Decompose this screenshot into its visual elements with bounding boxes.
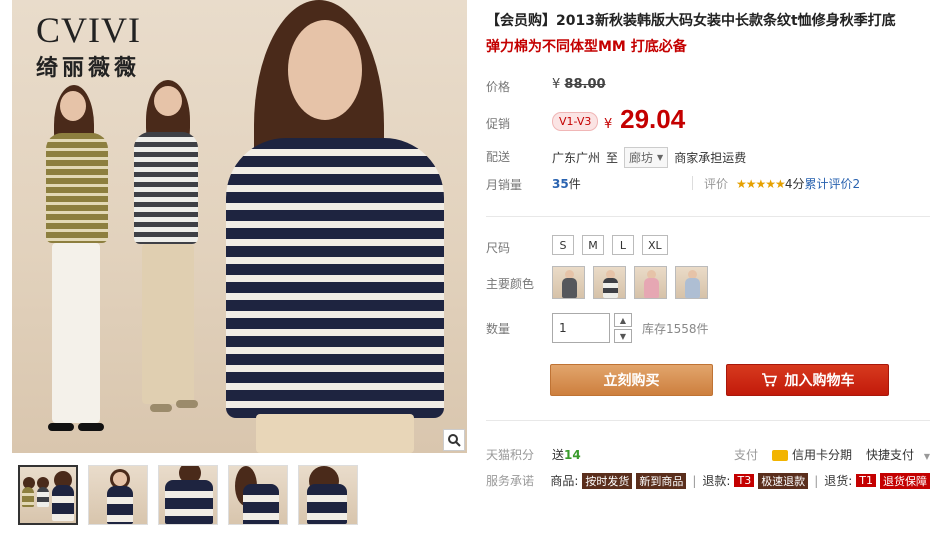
product-subtitle: 弹力棉为不同体型MM 打底必备 <box>486 39 687 55</box>
cart-icon <box>761 373 777 387</box>
credit-card-installment[interactable]: 信用卡分期 <box>771 446 852 463</box>
brand-logo-latin: CVIVI <box>36 10 141 50</box>
payment-label: 支付 <box>733 448 758 462</box>
brand-logo-cn: 绮丽薇薇 <box>36 55 141 81</box>
points-send-text: 送 <box>552 448 565 462</box>
rating-score: 4分 <box>784 177 805 191</box>
thumbnail-strip <box>18 465 358 525</box>
quantity-label: 数量 <box>486 322 511 336</box>
product-title: 【会员购】2013新秋装韩版大码女装中长款条纹t恤修身秋季打底 <box>486 13 896 29</box>
new-goods-tag[interactable]: 新到商品 <box>636 472 687 489</box>
thumbnail-3[interactable] <box>158 465 218 525</box>
price-label: 价格 <box>486 80 511 94</box>
star-rating-icon: ★★★★★ <box>736 177 786 191</box>
add-to-cart-label: 加入购物车 <box>784 373 855 389</box>
buy-now-button[interactable]: 立刻购买 <box>550 364 713 396</box>
destination-value: 廊坊 <box>629 151 654 165</box>
thumbnail-5[interactable] <box>298 465 358 525</box>
original-price: ¥ 88.00 <box>552 77 606 92</box>
size-option-l[interactable]: L <box>612 235 634 255</box>
original-price-value: 88.00 <box>564 77 606 92</box>
model-olive-stripe <box>40 85 120 445</box>
shipping-label: 配送 <box>486 150 511 164</box>
rating-label: 评价 <box>704 177 729 191</box>
divider-line <box>486 216 930 217</box>
promo-label: 促销 <box>486 117 511 131</box>
shipping-fee-text: 商家承担运费 <box>674 151 747 165</box>
color-option-grey-stripe[interactable] <box>593 266 626 299</box>
fast-refund-tag[interactable]: 极速退款 <box>758 472 809 489</box>
divider <box>692 176 693 190</box>
stock-text: 库存1558件 <box>642 321 709 336</box>
chevron-down-icon: ▼ <box>619 331 627 341</box>
quick-pay-text: 快捷支付 <box>866 448 915 462</box>
credit-card-icon <box>771 450 788 461</box>
zoom-button[interactable] <box>443 429 465 451</box>
main-product-image[interactable]: CVIVI 绮丽薇薇 <box>12 0 467 453</box>
points-payment-row: 天猫积分 送 14 支付 信用卡分期 快捷支付 ▼ <box>486 446 930 463</box>
shipping-info: 广东广州 至 廊坊 ▼ 商家承担运费 <box>552 147 746 168</box>
promo-price-currency: ¥ <box>604 117 613 132</box>
monthly-sales-label: 月销量 <box>486 178 523 192</box>
points-label: 天猫积分 <box>486 448 535 462</box>
add-to-cart-button[interactable]: 加入购物车 <box>726 364 889 396</box>
timely-shipping-tag[interactable]: 按时发货 <box>582 472 633 489</box>
promo-price: ¥ 29.04 <box>604 104 685 135</box>
monthly-sales: 35件 <box>552 175 581 192</box>
thumbnail-4[interactable] <box>228 465 288 525</box>
review-count-link[interactable]: 累计评价2 <box>804 177 860 191</box>
color-option-light-blue[interactable] <box>675 266 708 299</box>
credit-card-text: 信用卡分期 <box>791 448 852 462</box>
quick-pay-select[interactable]: 快捷支付 ▼ <box>866 446 930 463</box>
goods-label: 商品: <box>550 474 579 488</box>
size-options: S M L XL <box>552 235 668 255</box>
return-guarantee-tag[interactable]: 退货保障 <box>880 472 930 489</box>
chevron-down-icon: ▼ <box>657 153 664 162</box>
buy-now-label: 立刻购买 <box>603 373 660 389</box>
model-navy-stripe <box>216 0 456 453</box>
increase-button[interactable]: ▲ <box>614 313 632 327</box>
brand-logo: CVIVI 绮丽薇薇 <box>36 12 141 82</box>
color-option-pink[interactable] <box>634 266 667 299</box>
quantity-input[interactable] <box>552 313 610 343</box>
t3-tag: T3 <box>734 474 755 487</box>
t1-tag: T1 <box>856 474 876 487</box>
color-options <box>552 266 708 299</box>
quantity-control: ▲ ▼ 库存1558件 <box>552 313 709 343</box>
service-label: 服务承诺 <box>486 474 535 488</box>
monthly-sales-unit: 件 <box>568 177 581 191</box>
service-promise-row: 服务承诺 商品: 按时发货 新到商品 | 退款: T3 极速退款 | 退货: T… <box>486 472 930 489</box>
thumbnail-1[interactable] <box>18 465 78 525</box>
chevron-down-icon: ▼ <box>923 452 930 461</box>
monthly-sales-count: 35 <box>552 177 569 191</box>
size-option-xl[interactable]: XL <box>642 235 668 255</box>
rating-info: 评价 ★★★★★4分累计评价2 <box>704 175 860 192</box>
size-label: 尺码 <box>486 241 511 255</box>
magnifier-icon <box>448 434 461 447</box>
return-label: 退货: <box>824 474 853 488</box>
model-grey-stripe <box>120 80 212 420</box>
original-price-currency: ¥ <box>552 77 561 92</box>
size-option-s[interactable]: S <box>552 235 574 255</box>
color-label: 主要颜色 <box>486 277 535 291</box>
promo-price-value: 29.04 <box>620 104 686 134</box>
quantity-stepper: ▲ ▼ <box>614 313 632 343</box>
color-option-dark-grey[interactable] <box>552 266 585 299</box>
thumbnail-2[interactable] <box>88 465 148 525</box>
refund-label: 退款: <box>702 474 731 488</box>
decrease-button[interactable]: ▼ <box>614 329 632 343</box>
points-value: 14 <box>564 447 581 462</box>
size-option-m[interactable]: M <box>582 235 604 255</box>
ship-from: 广东广州 <box>552 151 601 165</box>
ship-to-label: 至 <box>606 151 619 165</box>
destination-select[interactable]: 廊坊 ▼ <box>624 147 669 168</box>
vip-level-badge: V1-V3 <box>552 112 599 131</box>
chevron-up-icon: ▲ <box>619 315 627 325</box>
divider-line <box>486 420 930 421</box>
